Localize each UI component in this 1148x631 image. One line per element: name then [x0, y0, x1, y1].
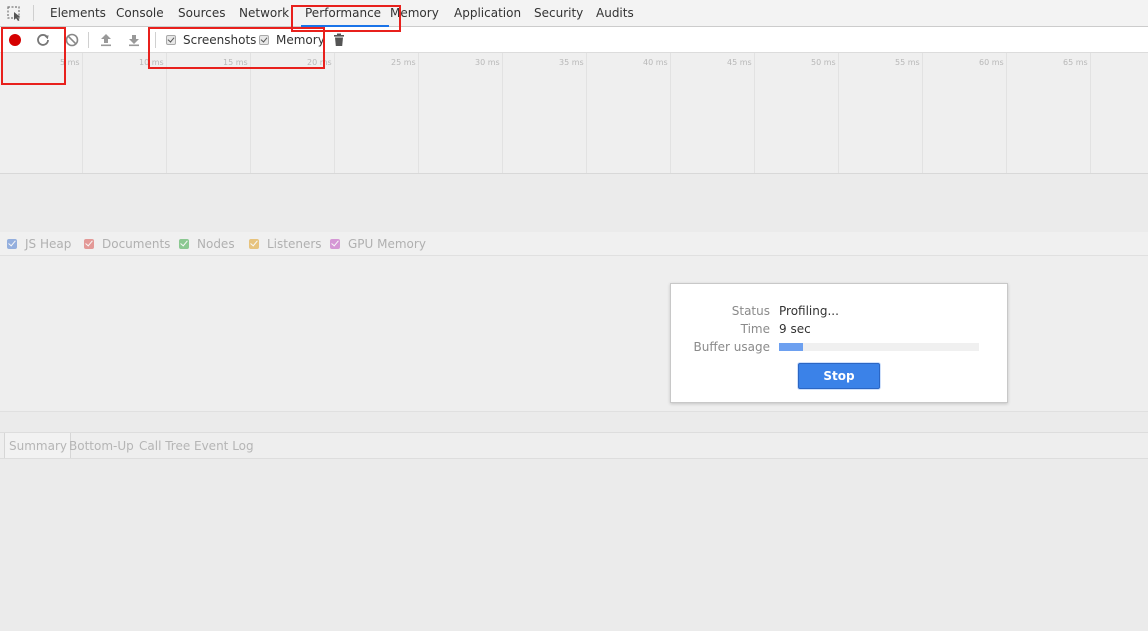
tab-console[interactable]: Console	[116, 0, 164, 26]
status-row: Status Profiling...	[671, 302, 839, 320]
screenshots-label: Screenshots	[183, 33, 257, 47]
checkbox-checked-icon[interactable]	[166, 35, 176, 45]
checkbox-checked-icon[interactable]	[259, 35, 269, 45]
timeline-tick-label: 45 ms	[727, 58, 752, 67]
time-row: Time 9 sec	[671, 320, 811, 338]
checkbox-checked-icon[interactable]	[179, 239, 189, 249]
counter-listeners[interactable]: Listeners	[249, 232, 322, 256]
trash-icon[interactable]	[330, 31, 348, 49]
timeline-tick-label: 65 ms	[1063, 58, 1088, 67]
tab-elements[interactable]: Elements	[50, 0, 106, 26]
counter-label: Documents	[102, 237, 171, 251]
counter-label: GPU Memory	[348, 237, 426, 251]
stop-button[interactable]: Stop	[798, 363, 880, 389]
timeline-tick-label: 50 ms	[811, 58, 836, 67]
tab-divider	[33, 5, 34, 21]
status-label: Status	[731, 304, 770, 318]
buffer-row: Buffer usage	[671, 338, 779, 356]
tab-event-log[interactable]: Event Log	[194, 433, 254, 458]
clear-icon[interactable]	[63, 31, 81, 49]
timeline-tick-label: 10 ms	[139, 58, 164, 67]
tab-network[interactable]: Network	[239, 0, 289, 26]
timeline-grid-line	[250, 53, 251, 173]
memory-checkbox[interactable]: Memory	[259, 27, 325, 53]
timeline-grid-line	[838, 53, 839, 173]
counter-label: JS Heap	[25, 237, 72, 251]
timeline-grid-line	[502, 53, 503, 173]
inspect-element-icon[interactable]	[6, 5, 24, 22]
tab-audits[interactable]: Audits	[596, 0, 634, 26]
counter-gpu-memory[interactable]: GPU Memory	[330, 232, 426, 256]
checkbox-checked-icon[interactable]	[249, 239, 259, 249]
counter-nodes[interactable]: Nodes	[179, 232, 235, 256]
timeline-tick-label: 25 ms	[391, 58, 416, 67]
timeline-grid-line	[418, 53, 419, 173]
timeline-grid-line	[754, 53, 755, 173]
time-value: 9 sec	[779, 322, 811, 336]
download-icon[interactable]	[125, 31, 143, 49]
toolbar-divider	[155, 32, 156, 48]
timeline-tick-label: 35 ms	[559, 58, 584, 67]
timeline-grid-line	[922, 53, 923, 173]
time-label: Time	[740, 322, 770, 336]
timeline-tick-label: 30 ms	[475, 58, 500, 67]
performance-toolbar: Screenshots Memory	[0, 27, 1148, 53]
timeline-tick-label: 15 ms	[223, 58, 248, 67]
buffer-usage-label: Buffer usage	[693, 340, 770, 354]
reload-icon[interactable]	[34, 31, 52, 49]
counter-label: Nodes	[197, 237, 235, 251]
timeline-tick-label: 55 ms	[895, 58, 920, 67]
timeline-tick-label: 40 ms	[643, 58, 668, 67]
buffer-usage-bar	[779, 343, 979, 351]
tab-call-tree[interactable]: Call Tree	[139, 433, 190, 458]
counter-documents[interactable]: Documents	[84, 232, 170, 256]
toolbar-divider	[88, 32, 89, 48]
memory-counters-legend: JS Heap Documents Nodes Listeners GPU Me…	[0, 232, 1148, 256]
flame-chart-area	[0, 174, 1148, 232]
timeline-grid-line	[82, 53, 83, 173]
counter-label: Listeners	[267, 237, 322, 251]
timeline-grid-line	[586, 53, 587, 173]
timeline-grid-line	[334, 53, 335, 173]
record-icon[interactable]	[6, 31, 24, 49]
screenshots-checkbox[interactable]: Screenshots	[166, 27, 256, 53]
timeline-grid-line	[670, 53, 671, 173]
timeline-grid-line	[166, 53, 167, 173]
timeline-tick-label: 20 ms	[307, 58, 332, 67]
checkbox-checked-icon[interactable]	[330, 239, 340, 249]
tab-bottom-up[interactable]: Bottom-Up	[69, 433, 134, 458]
timeline-overview[interactable]: 5 ms 10 ms 15 ms 20 ms 25 ms 30 ms 35 ms 40 ms 4…	[0, 53, 1148, 174]
memory-label: Memory	[276, 33, 325, 47]
details-tab-bar: Summary Bottom-Up Call Tree Event Log	[0, 432, 1148, 459]
timeline-grid-line	[1006, 53, 1007, 173]
upload-icon[interactable]	[97, 31, 115, 49]
details-pane	[0, 459, 1148, 631]
tab-performance[interactable]: Performance	[300, 0, 390, 27]
checkbox-checked-icon[interactable]	[7, 239, 17, 249]
timeline-tick-label: 5 ms	[60, 58, 80, 67]
panel-tab-bar: Elements Console Sources Network Perform…	[0, 0, 1148, 27]
buffer-usage-fill	[779, 343, 803, 351]
devtools-window: Elements Console Sources Network Perform…	[0, 0, 1148, 631]
profiling-status-dialog: Status Profiling... Time 9 sec Buffer us…	[670, 283, 1008, 403]
counter-js-heap[interactable]: JS Heap	[7, 232, 71, 256]
tab-memory[interactable]: Memory	[390, 0, 439, 26]
timeline-grid-line	[1090, 53, 1091, 173]
timeline-tick-label: 60 ms	[979, 58, 1004, 67]
tab-security[interactable]: Security	[534, 0, 583, 26]
tab-summary[interactable]: Summary	[4, 433, 71, 458]
tab-application[interactable]: Application	[454, 0, 521, 26]
tab-sources[interactable]: Sources	[178, 0, 225, 26]
checkbox-checked-icon[interactable]	[84, 239, 94, 249]
status-value: Profiling...	[779, 304, 839, 318]
